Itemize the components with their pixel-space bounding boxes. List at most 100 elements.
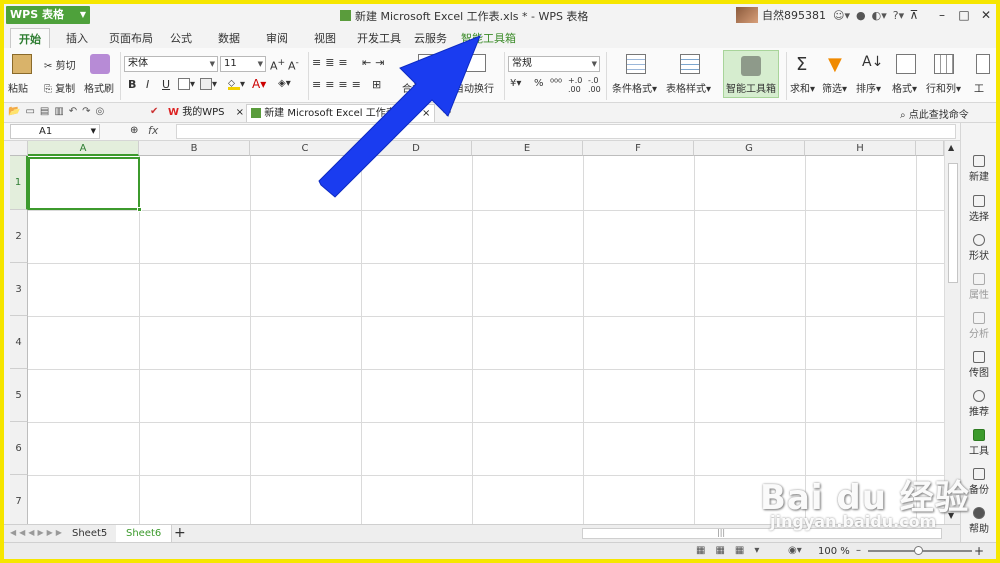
close-button[interactable]: ✕ bbox=[974, 6, 996, 24]
skin-icon[interactable]: ● bbox=[856, 9, 866, 22]
row-header[interactable]: 7 bbox=[10, 475, 28, 524]
row-header[interactable]: 4 bbox=[10, 316, 28, 369]
format-icon[interactable] bbox=[896, 54, 916, 74]
scroll-grip-icon[interactable]: ||| bbox=[717, 528, 725, 537]
minimize-button[interactable]: – bbox=[930, 6, 954, 24]
format-painter-button[interactable]: 格式刷 bbox=[84, 80, 114, 95]
worksheet-icon[interactable] bbox=[976, 54, 990, 74]
merge-center-icon[interactable] bbox=[418, 54, 440, 72]
indent-buttons[interactable]: ⇤⇥ bbox=[362, 56, 388, 69]
cut-button[interactable]: ✂ 剪切 bbox=[44, 57, 76, 73]
border-button[interactable]: ▾ bbox=[178, 78, 195, 90]
row-header[interactable]: 2 bbox=[10, 210, 28, 263]
table-style-button[interactable]: 表格样式▾ bbox=[666, 80, 711, 95]
feedback-icon[interactable]: ◐▾ bbox=[872, 9, 887, 22]
side-shape[interactable]: 形状 bbox=[961, 234, 996, 262]
zoom-lookup-icon[interactable]: ⊕ bbox=[130, 125, 138, 136]
filter-icon[interactable]: ▼ bbox=[828, 54, 842, 75]
reading-mode-button[interactable]: ◉▾ bbox=[788, 545, 802, 556]
decrease-decimal-button[interactable]: -.0.00 bbox=[588, 76, 601, 94]
new-tab-button[interactable]: + bbox=[442, 105, 452, 119]
sheet-tab-active[interactable]: Sheet6 bbox=[116, 525, 173, 542]
format-button[interactable]: 格式▾ bbox=[892, 80, 917, 95]
font-size-select[interactable]: 11 ▼ bbox=[220, 56, 266, 72]
quick-access-icons[interactable]: 📂▭▤▥↶↷◎ bbox=[8, 106, 109, 117]
sheet-tab[interactable]: Sheet5 bbox=[62, 525, 119, 542]
scroll-up-icon[interactable]: ▲ bbox=[948, 143, 954, 152]
row-header[interactable]: 5 bbox=[10, 369, 28, 422]
smart-toolbox-label[interactable]: 智能工具箱 bbox=[726, 80, 776, 95]
row-header[interactable]: 6 bbox=[10, 422, 28, 475]
side-new[interactable]: 新建 bbox=[961, 155, 996, 183]
vertical-scroll-thumb[interactable] bbox=[948, 163, 958, 283]
tab-view[interactable]: 视图 bbox=[314, 30, 336, 46]
bold-button[interactable]: B bbox=[128, 78, 136, 91]
add-sheet-button[interactable]: + bbox=[174, 525, 186, 541]
tab-page-layout[interactable]: 页面布局 bbox=[109, 30, 153, 46]
tab-review[interactable]: 审阅 bbox=[266, 30, 288, 46]
name-box[interactable]: A1 ▼ bbox=[10, 124, 100, 139]
rows-cols-button[interactable]: 行和列▾ bbox=[926, 80, 961, 95]
percent-button[interactable]: % bbox=[534, 78, 544, 89]
row-header[interactable]: 3 bbox=[10, 263, 28, 316]
shrink-font-button[interactable]: A- bbox=[288, 57, 299, 73]
font-name-select[interactable]: 宋体 ▼ bbox=[124, 56, 218, 72]
tab-insert[interactable]: 插入 bbox=[66, 30, 88, 46]
column-header[interactable]: B bbox=[139, 141, 250, 156]
worksheet-button[interactable]: 工 bbox=[974, 80, 984, 95]
sort-button[interactable]: 排序▾ bbox=[856, 80, 881, 95]
zoom-in-button[interactable]: + bbox=[974, 544, 984, 558]
app-menu-button[interactable]: WPS 表格 ▼ bbox=[6, 6, 90, 24]
sum-button[interactable]: 求和▾ bbox=[790, 80, 815, 95]
formula-input[interactable] bbox=[176, 124, 956, 139]
user-area[interactable]: 自然895381 ☺▾ ● ◐▾ ?▾ bbox=[736, 6, 907, 24]
fill-color-button[interactable]: ⬦ ▾ bbox=[228, 78, 245, 90]
zoom-out-button[interactable]: – bbox=[856, 545, 861, 556]
row-header[interactable]: 1 bbox=[10, 156, 28, 210]
tab-smart-toolbox[interactable]: 智能工具箱 bbox=[461, 30, 516, 46]
side-analyze[interactable]: 分析 bbox=[961, 312, 996, 340]
tab-formulas[interactable]: 公式 bbox=[170, 30, 192, 46]
sheet-nav-arrows[interactable]: ◀◀◀▶▶▶ bbox=[10, 528, 65, 537]
command-search[interactable]: ⌕ 点此查找命令 bbox=[900, 106, 969, 121]
function-button[interactable]: fx bbox=[148, 124, 158, 137]
merge-style-button[interactable]: ▾ bbox=[200, 78, 217, 90]
currency-button[interactable]: ¥▾ bbox=[510, 78, 521, 89]
side-recommend[interactable]: 推荐 bbox=[961, 390, 996, 418]
clear-format-button[interactable]: ◈▾ bbox=[278, 78, 291, 89]
select-all-corner[interactable] bbox=[10, 141, 28, 156]
column-header[interactable]: D bbox=[361, 141, 472, 156]
italic-button[interactable]: I bbox=[146, 78, 149, 91]
column-header[interactable]: E bbox=[472, 141, 583, 156]
column-header[interactable]: G bbox=[694, 141, 805, 156]
paste-button[interactable]: 粘贴 bbox=[8, 80, 28, 95]
side-properties[interactable]: 属性 bbox=[961, 273, 996, 301]
column-header[interactable]: H bbox=[805, 141, 916, 156]
zoom-level[interactable]: 100 % bbox=[818, 546, 850, 557]
distribute-button[interactable]: ⊞ bbox=[372, 78, 381, 91]
sort-icon[interactable]: A↓ bbox=[862, 54, 883, 70]
smile-icon[interactable]: ☺▾ bbox=[833, 9, 850, 22]
column-header[interactable] bbox=[916, 141, 944, 156]
side-select[interactable]: 选择 bbox=[961, 195, 996, 223]
column-header[interactable]: F bbox=[583, 141, 694, 156]
filter-button[interactable]: 筛选▾ bbox=[822, 80, 847, 95]
side-tools[interactable]: 工具 bbox=[961, 429, 996, 457]
format-painter-icon[interactable] bbox=[90, 54, 110, 74]
maximize-button[interactable]: □ bbox=[952, 6, 976, 24]
conditional-format-icon[interactable] bbox=[626, 54, 646, 74]
view-mode-buttons[interactable]: ▦▦▦▾ bbox=[696, 545, 769, 556]
thousands-button[interactable]: ⁰⁰⁰ bbox=[550, 78, 562, 89]
user-name[interactable]: 自然895381 bbox=[762, 7, 826, 23]
tab-developer[interactable]: 开发工具 bbox=[357, 30, 401, 46]
tab-current-document[interactable]: 新建 Microsoft Excel 工作表.xls × bbox=[246, 104, 436, 122]
tab-data[interactable]: 数据 bbox=[218, 30, 240, 46]
close-icon[interactable]: × bbox=[422, 108, 430, 119]
column-header[interactable]: A bbox=[28, 141, 139, 156]
grow-font-button[interactable]: A+ bbox=[270, 57, 285, 73]
increase-decimal-button[interactable]: +.0.00 bbox=[568, 76, 582, 94]
pin-icon[interactable]: ✔ bbox=[150, 106, 158, 117]
tab-my-wps[interactable]: W 我的WPS × bbox=[164, 104, 248, 122]
copy-button[interactable]: ⎘ 复制 bbox=[44, 80, 75, 96]
font-color-button[interactable]: A▾ bbox=[252, 77, 266, 91]
